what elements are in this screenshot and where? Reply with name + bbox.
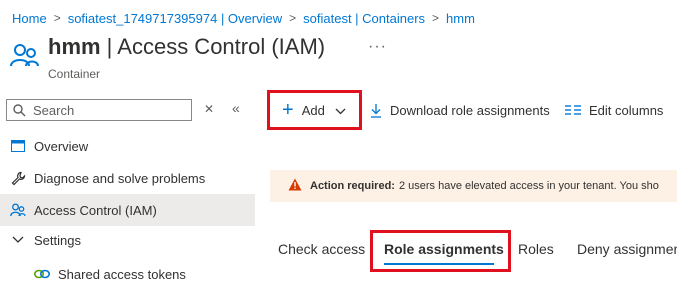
wrench-icon [10, 170, 26, 186]
tab-check-access[interactable]: Check access [278, 241, 365, 257]
download-label: Download role assignments [390, 102, 550, 118]
tab-deny-assignments[interactable]: Deny assignmen [577, 241, 677, 257]
collapse-sidebar-icon[interactable]: « [232, 100, 240, 116]
action-required-banner[interactable]: Action required: 2 users have elevated a… [270, 170, 677, 202]
sidebar-item-overview[interactable]: Overview [0, 130, 255, 162]
sidebar-item-label: Shared access tokens [58, 266, 186, 282]
add-button-label: Add [301, 102, 325, 118]
chevron-down-icon [335, 103, 346, 118]
plus-icon: + [282, 99, 294, 121]
search-icon [13, 103, 26, 116]
clear-search-icon[interactable]: ✕ [204, 102, 214, 116]
search-input[interactable] [31, 101, 185, 119]
breadcrumb-container[interactable]: hmm [446, 11, 475, 26]
add-button[interactable]: + Add [267, 90, 362, 130]
breadcrumb-containers[interactable]: sofiatest | Containers [303, 11, 425, 26]
link-icon [34, 266, 50, 282]
breadcrumb-storage-overview[interactable]: sofiatest_1749717395974 | Overview [68, 11, 282, 26]
edit-columns-label: Edit columns [589, 102, 664, 118]
page-subtitle: Container [48, 67, 101, 81]
sidebar-item-access-control[interactable]: Access Control (IAM) [0, 194, 255, 226]
page-title-resource: hmm [48, 34, 101, 59]
sidebar-item-label: Overview [34, 138, 89, 154]
columns-icon [565, 105, 581, 115]
breadcrumb-separator: > [432, 11, 440, 25]
chevron-down-icon [10, 232, 26, 248]
active-tab-indicator [384, 263, 494, 265]
sidebar-item-settings[interactable]: Settings [0, 224, 255, 256]
banner-text: 2 users have elevated access in your ten… [398, 180, 659, 192]
breadcrumb-home[interactable]: Home [12, 11, 47, 26]
search-box [6, 99, 192, 121]
download-icon [371, 103, 381, 118]
overview-icon [10, 138, 26, 154]
tab-roles[interactable]: Roles [518, 241, 554, 257]
breadcrumb-separator: > [53, 11, 61, 25]
sidebar-item-label: Diagnose and solve problems [34, 170, 206, 186]
edit-columns-button[interactable]: Edit columns [565, 100, 663, 120]
more-options-button[interactable]: ··· [368, 38, 387, 56]
people-icon [10, 42, 40, 70]
people-icon [10, 202, 26, 218]
sidebar-item-label: Access Control (IAM) [34, 202, 157, 218]
sidebar-item-diagnose[interactable]: Diagnose and solve problems [0, 162, 255, 194]
page-title: hmm | Access Control (IAM) [48, 34, 325, 60]
breadcrumb-separator: > [289, 11, 297, 25]
tab-role-assignments[interactable]: Role assignments [384, 241, 504, 257]
page-title-section: | Access Control (IAM) [100, 34, 326, 59]
sidebar-item-label: Settings [34, 232, 81, 248]
warning-icon [288, 178, 302, 194]
sidebar-item-shared-access-tokens[interactable]: Shared access tokens [0, 258, 255, 290]
download-role-assignments-button[interactable]: Download role assignments [370, 100, 550, 120]
banner-title: Action required: [310, 180, 395, 192]
breadcrumb: Home > sofiatest_1749717395974 | Overvie… [12, 8, 475, 28]
